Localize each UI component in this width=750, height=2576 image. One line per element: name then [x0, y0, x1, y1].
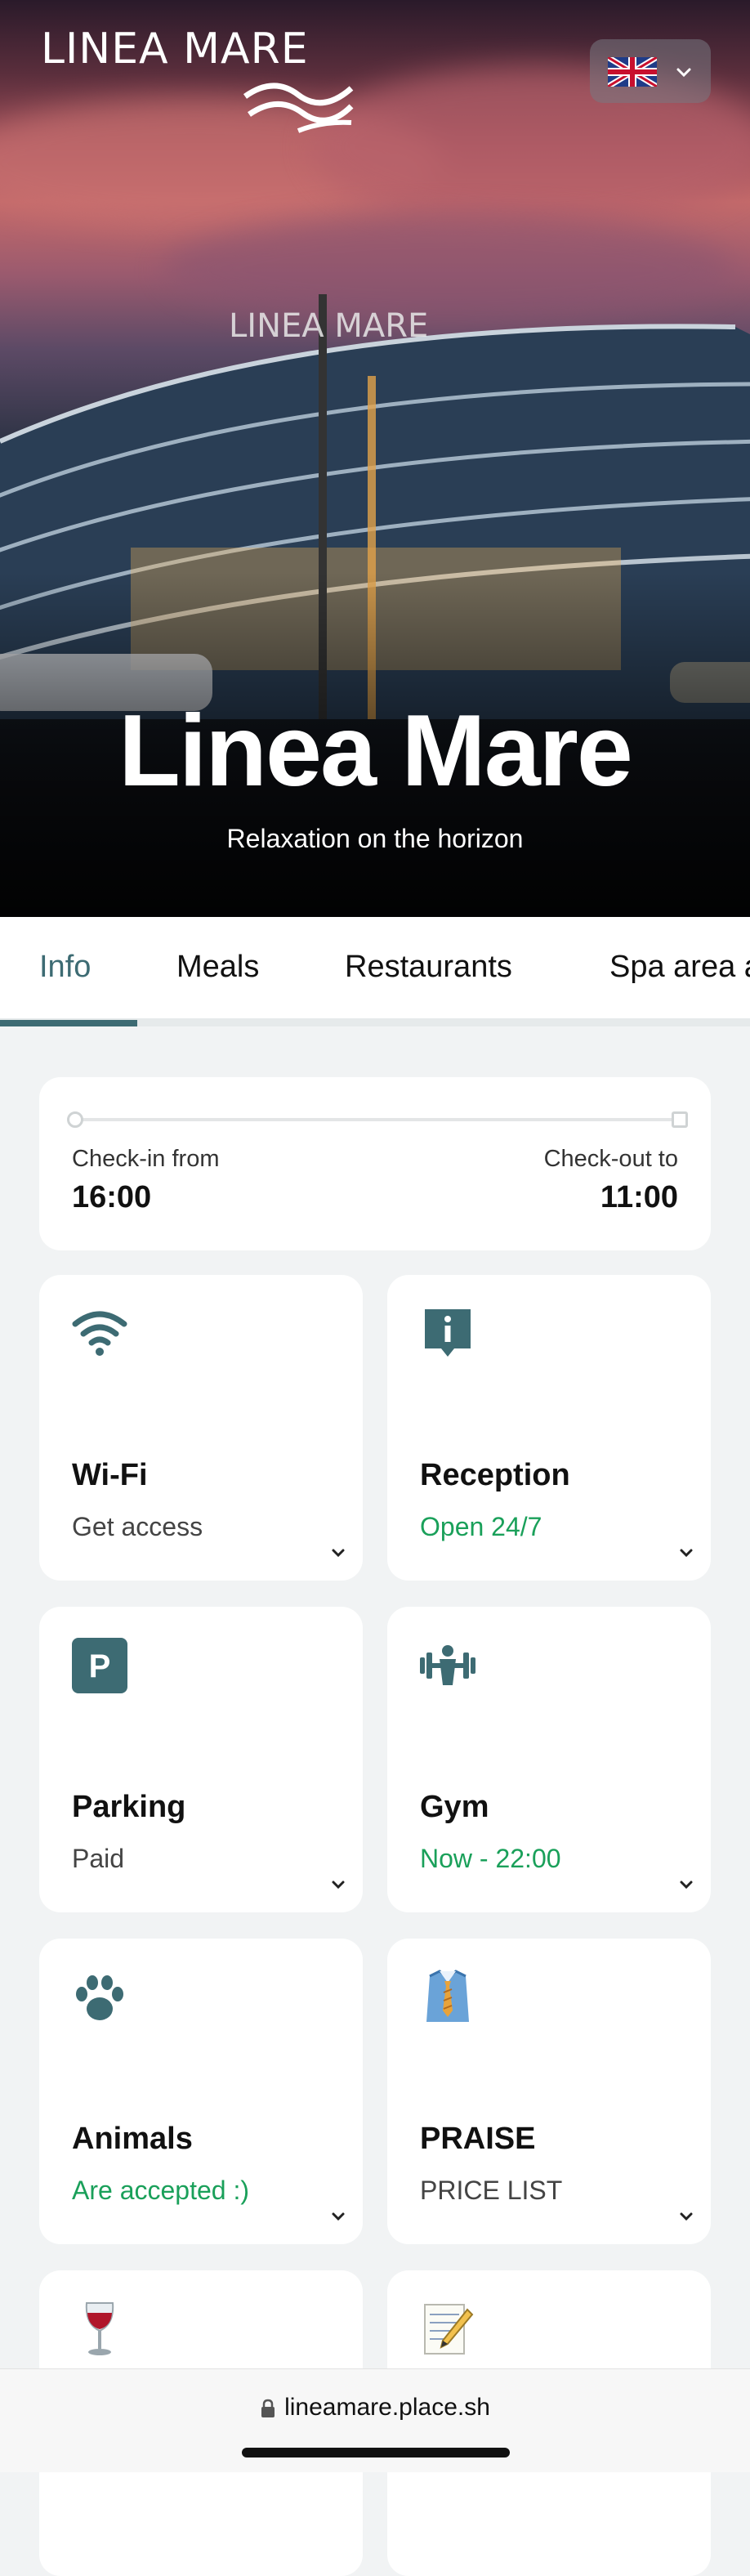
- shirt-tie-icon: [426, 1970, 469, 2022]
- price-list-title: PRAISE: [420, 2122, 536, 2156]
- chevron-down-icon: [680, 1549, 693, 1558]
- wifi-card[interactable]: Wi-Fi Get access: [39, 1275, 363, 1581]
- stay-timeline: [72, 1118, 678, 1121]
- animals-title: Animals: [72, 2122, 193, 2156]
- wifi-subtitle: Get access: [72, 1512, 203, 1541]
- logo-text: LINEA MARE: [41, 25, 309, 74]
- timeline-start-marker: [67, 1111, 83, 1128]
- browser-url-bar[interactable]: lineamare.place.sh: [0, 2368, 750, 2472]
- parking-subtitle: Paid: [72, 1844, 125, 1873]
- tab-restaurants[interactable]: Restaurants: [345, 950, 512, 985]
- parking-card[interactable]: P Parking Paid: [39, 1607, 363, 1912]
- chevron-down-icon: [332, 1549, 345, 1558]
- wave-icon: [243, 83, 354, 133]
- gym-icon: [420, 1645, 475, 1685]
- reception-subtitle: Open 24/7: [420, 1512, 542, 1541]
- hero-banner: LINEA MARE LINEA MARE Linea Mare Relaxat…: [0, 0, 750, 917]
- checkout-time: 11:00: [600, 1180, 678, 1214]
- memo-icon: [424, 2304, 474, 2355]
- gym-card[interactable]: Gym Now - 22:00: [387, 1607, 711, 1912]
- uk-flag-icon: [608, 57, 657, 87]
- hero-title: Linea Mare: [118, 695, 633, 807]
- info-icon: [425, 1309, 471, 1357]
- timeline-end-marker: [672, 1111, 688, 1128]
- wifi-title: Wi-Fi: [72, 1458, 148, 1492]
- paw-icon: [76, 1975, 123, 2020]
- svg-text:P: P: [89, 1648, 111, 1684]
- tab-info[interactable]: Info: [39, 950, 91, 985]
- wine-glass-icon: [85, 2302, 114, 2355]
- price-list-card[interactable]: PRAISE PRICE LIST: [387, 1939, 711, 2244]
- chevron-down-icon: [332, 2212, 345, 2221]
- checkout-label: Check-out to: [543, 1146, 678, 1172]
- hero-subtitle: Relaxation on the horizon: [226, 824, 524, 853]
- checkin-checkout-card: Check-in from 16:00 Check-out to 11:00: [39, 1077, 711, 1250]
- lock-icon: [261, 2399, 275, 2418]
- url-text: lineamare.place.sh: [284, 2394, 490, 2421]
- animals-card[interactable]: Animals Are accepted :): [39, 1939, 363, 2244]
- chevron-down-icon: [332, 1881, 345, 1890]
- checkin-time: 16:00: [72, 1180, 152, 1214]
- language-selector[interactable]: [590, 39, 711, 103]
- animals-subtitle: Are accepted :): [72, 2176, 249, 2205]
- parking-icon: P: [72, 1638, 127, 1693]
- tab-meals[interactable]: Meals: [176, 950, 259, 985]
- active-tab-indicator: [0, 1020, 137, 1026]
- linea-mare-logo[interactable]: LINEA MARE: [41, 25, 368, 133]
- wifi-icon: [72, 1311, 127, 1356]
- gym-title: Gym: [420, 1790, 489, 1824]
- section-tabs: Info Meals Restaurants Spa area a: [0, 917, 750, 1026]
- gym-subtitle: Now - 22:00: [420, 1844, 561, 1873]
- svg-text:LINEA MARE: LINEA MARE: [229, 307, 428, 345]
- price-list-subtitle: PRICE LIST: [420, 2176, 563, 2205]
- home-indicator[interactable]: [242, 2448, 510, 2457]
- chevron-down-icon: [680, 2212, 693, 2221]
- chevron-down-icon: [676, 68, 691, 78]
- reception-card[interactable]: Reception Open 24/7: [387, 1275, 711, 1581]
- parking-title: Parking: [72, 1790, 186, 1824]
- reception-title: Reception: [420, 1458, 570, 1492]
- chevron-down-icon: [680, 1881, 693, 1890]
- tab-spa-area[interactable]: Spa area a: [609, 950, 750, 985]
- checkin-label: Check-in from: [72, 1146, 220, 1172]
